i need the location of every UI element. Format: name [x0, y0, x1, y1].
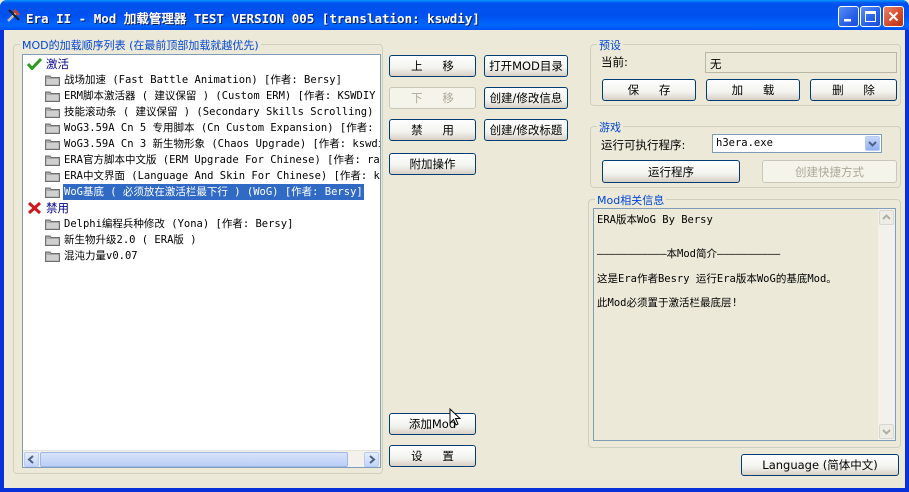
mod-info-textarea[interactable]: ERA版本WoG By Bersy ———————————本Mod简介—————…	[593, 208, 896, 441]
preset-current-field[interactable]: 无	[705, 52, 897, 73]
app-window: Era II - Mod 加载管理器 TEST VERSION 005 [tra…	[0, 0, 909, 492]
folder-icon	[45, 75, 60, 86]
preset-load-button[interactable]: 加 载	[706, 79, 800, 101]
info-line: 这是Era作者Besry 运行Era版本WoG的基底Mod。	[597, 273, 837, 285]
category-label: 禁用	[46, 201, 69, 215]
mod-item-label: WoG基底 ( 必须放在激活栏最下行 ) (WoG) [作者: Bersy]	[63, 184, 364, 200]
mod-item-label: 战场加速 (Fast Battle Animation) [作者: Bersy]	[64, 74, 342, 86]
chevron-down-icon	[882, 429, 891, 435]
chevron-right-icon	[369, 455, 376, 464]
scroll-left-button[interactable]	[24, 452, 39, 467]
exe-label: 运行可执行程序:	[601, 138, 686, 152]
game-group-label: 游戏	[597, 119, 623, 135]
vertical-scrollbar[interactable]	[878, 209, 895, 440]
folder-icon	[45, 123, 60, 134]
close-button[interactable]	[883, 6, 904, 27]
folder-icon	[45, 155, 60, 166]
mod-item-label: ERM脚本激活器 ( 建议保留 ) (Custom ERM) [作者: KSWD…	[64, 90, 376, 102]
dropdown-button[interactable]	[865, 136, 880, 151]
mod-item-label: 技能滚动条 ( 建议保留 ) (Secondary Skills Scrolli…	[64, 106, 374, 118]
horizontal-scrollbar[interactable]	[23, 450, 380, 467]
disable-button[interactable]: 禁 用	[389, 119, 476, 141]
folder-icon	[45, 235, 60, 246]
settings-button[interactable]: 设 置	[389, 445, 476, 467]
mod-item-label: WoG3.59A Cn 5 专用脚本 (Cn Custom Expansion)…	[64, 122, 381, 134]
folder-icon	[45, 187, 60, 198]
mod-item-label: WoG3.59A Cn 3 新生物形象 (Chaos Upgrade) [作者:…	[64, 138, 381, 150]
chevron-left-icon	[27, 455, 34, 464]
info-line: 此Mod必须置于激活栏最底层!	[597, 297, 738, 309]
language-button[interactable]: Language (简体中文)	[741, 454, 899, 476]
mod-tree[interactable]: 激活战场加速 (Fast Battle Animation) [作者: Bers…	[22, 54, 381, 468]
mod-item-label: ERA中文界面 (Language And Skin For Chinese) …	[64, 170, 381, 182]
folder-icon	[45, 219, 60, 230]
mouse-cursor-icon	[449, 408, 462, 426]
open-mod-dir-button[interactable]: 打开MOD目录	[484, 55, 568, 77]
create-shortcut-button[interactable]: 创建快捷方式	[762, 160, 897, 183]
exe-select[interactable]: h3era.exe	[712, 134, 882, 153]
folder-icon	[45, 139, 60, 150]
edit-info-button[interactable]: 创建/修改信息	[484, 87, 568, 109]
tools-icon	[7, 9, 20, 22]
mod-item-label: 新生物升级2.0 ( ERA版 )	[64, 234, 197, 246]
window-title: Era II - Mod 加载管理器 TEST VERSION 005 [tra…	[26, 11, 480, 26]
preset-delete-button[interactable]: 删 除	[810, 79, 897, 101]
mod-info-group-label: Mod相关信息	[595, 192, 667, 208]
chevron-up-icon	[882, 214, 891, 220]
folder-icon	[45, 171, 60, 182]
scroll-up-button[interactable]	[879, 210, 894, 225]
client-area: MOD的加载顺序列表 (在最前顶部加载就越优先) 激活战场加速 (Fast Ba…	[4, 30, 905, 488]
cross-icon	[27, 202, 42, 214]
mod-item-label: ERA官方脚本中文版 (ERM Upgrade For Chinese) [作者…	[64, 154, 380, 166]
mod-list-group-label: MOD的加载顺序列表 (在最前顶部加载就越优先)	[20, 37, 261, 53]
category-label: 激活	[46, 57, 69, 71]
move-down-button[interactable]: 下 移	[389, 87, 476, 109]
preset-group-label: 预设	[597, 37, 623, 53]
maximize-button[interactable]	[860, 6, 881, 27]
scroll-thumb[interactable]	[40, 452, 348, 467]
checkmark-icon	[27, 58, 42, 70]
mod-item-label: Delphi编程兵种修改 (Yona) [作者: Bersy]	[64, 218, 294, 230]
maximize-icon	[865, 11, 876, 22]
preset-current-label: 当前:	[601, 55, 628, 69]
info-line: ———————————本Mod简介——————————	[597, 248, 781, 260]
folder-icon	[45, 107, 60, 118]
close-icon	[888, 11, 899, 22]
minimize-button[interactable]	[838, 6, 859, 27]
scroll-right-button[interactable]	[364, 452, 379, 467]
folder-icon	[45, 251, 60, 262]
title-bar[interactable]: Era II - Mod 加载管理器 TEST VERSION 005 [tra…	[0, 0, 909, 30]
chevron-down-icon	[868, 141, 877, 147]
scroll-down-button[interactable]	[879, 424, 894, 439]
folder-icon	[45, 91, 60, 102]
run-game-button[interactable]: 运行程序	[602, 160, 740, 183]
minimize-icon	[844, 19, 851, 22]
mod-item-label: 混沌力量v0.07	[64, 250, 138, 262]
info-line: ERA版本WoG By Bersy	[597, 214, 713, 226]
move-up-button[interactable]: 上 移	[389, 55, 476, 77]
extra-ops-button[interactable]: 附加操作	[389, 153, 476, 175]
preset-save-button[interactable]: 保 存	[602, 79, 696, 101]
exe-select-value: h3era.exe	[716, 137, 773, 149]
edit-title-button[interactable]: 创建/修改标题	[484, 119, 568, 141]
